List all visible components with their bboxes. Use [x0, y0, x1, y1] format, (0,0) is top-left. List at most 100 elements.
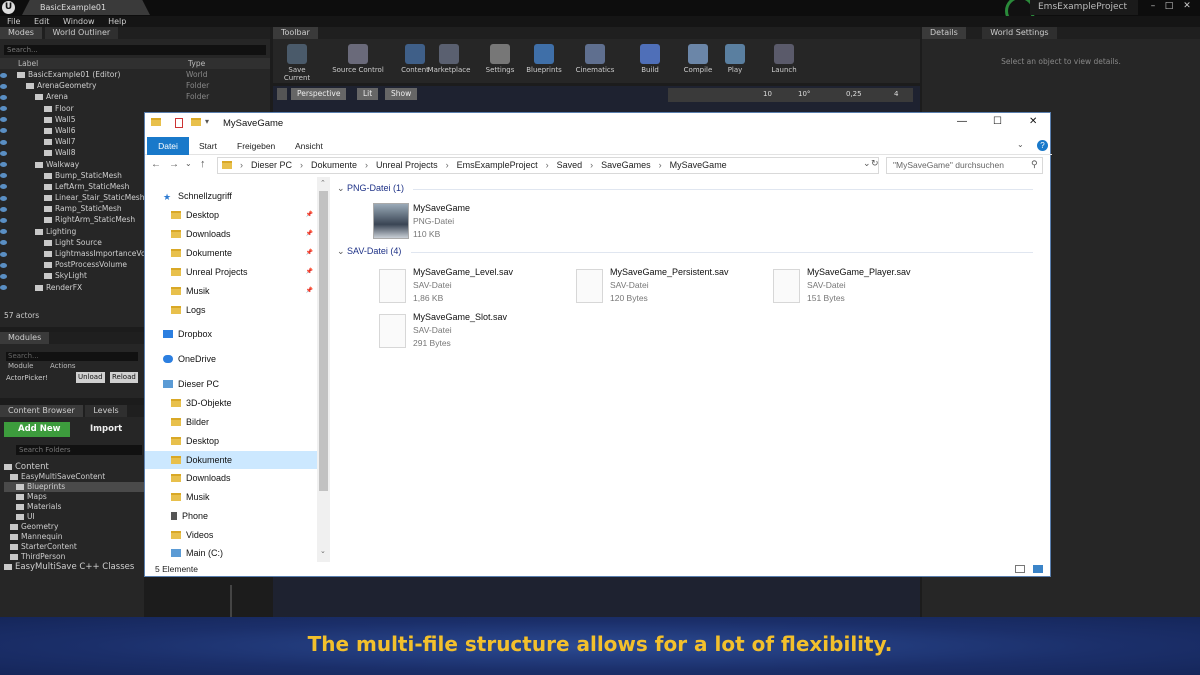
content-folder[interactable]: Materials [4, 502, 144, 512]
visibility-eye-icon[interactable] [0, 229, 7, 235]
tab-datei[interactable]: Datei [147, 137, 189, 155]
visibility-eye-icon[interactable] [0, 195, 7, 201]
file-item[interactable]: MySaveGame_Level.sav SAV-Datei 1,86 KB [373, 267, 563, 311]
breadcrumb-segment[interactable]: Dokumente [311, 160, 357, 170]
tab-modules[interactable]: Modules [0, 332, 50, 344]
grid-snap-value[interactable]: 10 [763, 90, 772, 98]
camera-speed-value[interactable]: 4 [894, 90, 898, 98]
tab-modes[interactable]: Modes [0, 27, 42, 39]
toolbar-button[interactable]: Source Control [326, 44, 390, 79]
visibility-eye-icon[interactable] [0, 139, 7, 145]
content-folder[interactable]: Geometry [4, 522, 144, 532]
breadcrumb-separator-icon[interactable]: › [590, 160, 593, 170]
add-new-button[interactable]: Add New [4, 422, 70, 437]
new-folder-icon[interactable] [191, 118, 201, 126]
reload-button[interactable]: Reload [110, 372, 138, 383]
viewport-menu-icon[interactable] [277, 88, 287, 100]
visibility-eye-icon[interactable] [0, 262, 7, 268]
nav-item[interactable]: Desktop [145, 432, 317, 450]
menu-edit[interactable]: Edit [34, 16, 50, 27]
scale-snap-value[interactable]: 0,25 [846, 90, 862, 98]
toolbar-button[interactable]: Cinematics [573, 44, 617, 79]
nav-item[interactable]: Unreal Projects 📌 [145, 263, 317, 281]
nav-item[interactable]: Downloads [145, 469, 317, 487]
maximize-icon[interactable]: □ [1162, 0, 1176, 12]
nav-scroll-thumb[interactable] [319, 191, 328, 491]
help-icon[interactable]: ? [1037, 140, 1048, 151]
ribbon-expand-icon[interactable]: ⌄ [1017, 140, 1024, 149]
group-header[interactable]: ⌄ SAV-Datei (4) [337, 244, 401, 258]
visibility-eye-icon[interactable] [0, 150, 7, 156]
visibility-eye-icon[interactable] [0, 117, 7, 123]
content-folder[interactable]: UI [4, 512, 144, 522]
modules-search[interactable]: Search... [6, 352, 138, 361]
tab-toolbar[interactable]: Toolbar [273, 27, 318, 39]
content-folder[interactable]: StarterContent [4, 542, 144, 552]
forward-icon[interactable]: → [169, 159, 179, 170]
breadcrumb-separator-icon[interactable]: › [446, 160, 449, 170]
perspective-button[interactable]: Perspective [291, 88, 347, 100]
menu-file[interactable]: File [7, 16, 20, 27]
nav-item[interactable]: Dropbox [145, 325, 317, 343]
visibility-eye-icon[interactable] [0, 106, 7, 112]
content-folder[interactable]: Mannequin [4, 532, 144, 542]
menu-window[interactable]: Window [63, 16, 95, 27]
nav-item[interactable]: Downloads 📌 [145, 225, 317, 243]
nav-item[interactable]: Bilder [145, 413, 317, 431]
visibility-eye-icon[interactable] [0, 173, 7, 179]
toolbar-button[interactable]: Build [628, 44, 672, 79]
nav-item[interactable]: OneDrive [145, 350, 317, 368]
breadcrumb-separator-icon[interactable]: › [365, 160, 368, 170]
visibility-eye-icon[interactable] [0, 83, 7, 89]
collapse-icon[interactable]: ⌄ [337, 246, 347, 256]
outliner-row[interactable]: Arena Folder [0, 91, 270, 102]
content-folder[interactable]: EasyMultiSaveContent [4, 472, 144, 482]
nav-item[interactable]: Dokumente 📌 [145, 244, 317, 262]
file-item[interactable]: MySaveGame_Slot.sav SAV-Datei 291 Bytes [373, 312, 563, 356]
visibility-eye-icon[interactable] [0, 240, 7, 246]
visibility-eye-icon[interactable] [0, 273, 7, 279]
tab-ansicht[interactable]: Ansicht [285, 137, 333, 155]
nav-item[interactable]: Desktop 📌 [145, 206, 317, 224]
file-item[interactable]: MySaveGame_Player.sav SAV-Datei 151 Bytes [767, 267, 957, 311]
address-bar[interactable]: › Dieser PC › Dokumente › Unreal Projects › Ems… [217, 157, 879, 174]
content-folder[interactable]: Blueprints [4, 482, 144, 492]
breadcrumb-segment[interactable]: SaveGames [601, 160, 651, 170]
properties-icon[interactable] [175, 118, 183, 128]
quick-access-dropdown-icon[interactable]: ▾ [205, 117, 209, 126]
file-item[interactable]: MySaveGame PNG-Datei 110 KB [373, 203, 563, 247]
search-icon[interactable]: ⚲ [1031, 159, 1038, 170]
show-button[interactable]: Show [385, 88, 418, 100]
tab-freigeben[interactable]: Freigeben [227, 137, 285, 155]
breadcrumb-separator-icon[interactable]: › [659, 160, 662, 170]
visibility-eye-icon[interactable] [0, 251, 7, 257]
visibility-eye-icon[interactable] [0, 217, 7, 223]
search-input[interactable]: "MySaveGame" durchsuchen [886, 157, 1043, 174]
visibility-eye-icon[interactable] [0, 94, 7, 100]
nav-item[interactable]: Logs [145, 301, 317, 319]
nav-item[interactable]: Dokumente [145, 451, 317, 469]
toolbar-button[interactable]: Play [713, 44, 757, 79]
import-button[interactable]: Import [78, 422, 122, 437]
breadcrumb-segment[interactable]: Unreal Projects [376, 160, 438, 170]
search-folders[interactable]: Search Folders [16, 445, 142, 455]
toolbar-button[interactable]: Save Current [275, 44, 319, 82]
collapse-icon[interactable]: ⌄ [337, 183, 347, 193]
nav-item[interactable]: Dieser PC [145, 375, 317, 393]
address-dropdown-icon[interactable]: ⌄ [863, 158, 871, 169]
content-folder[interactable]: ThirdPerson [4, 552, 144, 562]
breadcrumb-segment[interactable]: EmsExampleProject [457, 160, 538, 170]
content-folder[interactable]: EasyMultiSave C++ Classes [4, 562, 144, 572]
close-icon[interactable]: ✕ [1180, 0, 1194, 12]
tab-content-browser[interactable]: Content Browser [0, 405, 83, 417]
nav-scrollbar[interactable]: ⌃ ⌄ [317, 177, 330, 562]
level-tab[interactable]: BasicExample01 [22, 0, 150, 15]
lit-button[interactable]: Lit [357, 88, 379, 100]
tab-details[interactable]: Details [922, 27, 966, 39]
nav-item[interactable]: Musik 📌 [145, 282, 317, 300]
nav-item[interactable]: Musik [145, 488, 317, 506]
refresh-icon[interactable]: ↻ [871, 158, 879, 169]
breadcrumb-segment[interactable]: MySaveGame [670, 160, 727, 170]
toolbar-button[interactable]: Settings [478, 44, 522, 79]
breadcrumb-separator-icon[interactable]: › [546, 160, 549, 170]
